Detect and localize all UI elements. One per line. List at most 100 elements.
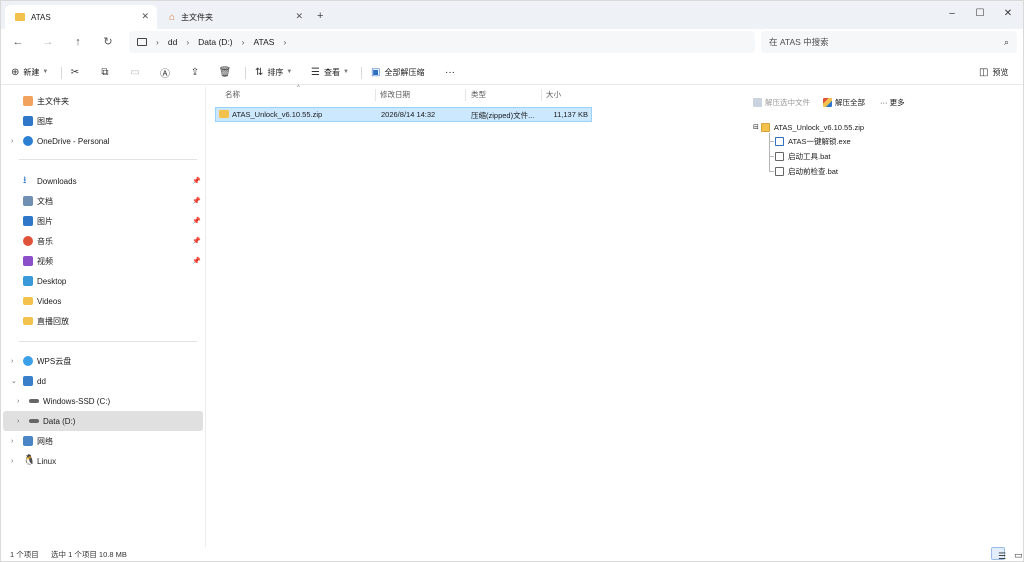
address-bar[interactable]: › dd › Data (D:) › ATAS › <box>129 31 755 53</box>
extract-all-button[interactable]: ▣ 全部解压缩 <box>371 64 424 80</box>
preview-pane-button[interactable]: ◫ 预览 <box>979 64 1008 80</box>
pin-icon[interactable]: 📌 <box>192 237 201 245</box>
drive-icon <box>29 399 39 403</box>
sidebar-item-dd[interactable]: ⌄ dd <box>3 371 203 391</box>
tree-root[interactable]: ⊟ ATAS_Unlock_v6.10.55.zip <box>753 121 864 133</box>
scissors-icon: ✂ <box>70 66 80 78</box>
chevron-right-icon[interactable]: › <box>11 458 13 465</box>
more-button[interactable]: ··· <box>445 64 455 80</box>
pin-icon[interactable]: 📌 <box>192 197 201 205</box>
tab-atas[interactable]: ATAS ✕ <box>5 5 157 29</box>
extract-all-preview-button[interactable]: 解压全部 <box>823 97 865 108</box>
title-bar: ATAS ✕ ⌂ 主文件夹 ✕ + – ☐ ✕ <box>1 1 1023 29</box>
divider[interactable] <box>541 89 542 101</box>
navigation-pane: 主文件夹 图库 › OneDrive - Personal ⭳ Download… <box>1 87 206 547</box>
file-row[interactable]: ATAS_Unlock_v6.10.55.zip 2026/8/14 14:32… <box>215 107 592 122</box>
preview-pane-icon: ◫ <box>979 66 989 78</box>
cut-button[interactable]: ✂ <box>69 64 85 80</box>
close-window-button[interactable]: ✕ <box>993 5 1023 23</box>
video-icon <box>23 256 33 266</box>
extract-selected-button[interactable]: 解压选中文件 <box>753 97 810 108</box>
sidebar-item-label: Linux <box>37 456 57 466</box>
sidebar-item-videos-cn[interactable]: 视频 📌 <box>3 251 203 271</box>
preview-label: 预览 <box>992 67 1009 77</box>
minimize-button[interactable]: – <box>937 5 967 23</box>
column-header-type[interactable]: 类型 <box>471 89 486 103</box>
column-header-size[interactable]: 大小 <box>546 89 561 103</box>
chevron-right-icon[interactable]: › <box>11 138 13 145</box>
tab-home[interactable]: ⌂ 主文件夹 ✕ <box>159 5 311 29</box>
chevron-down-icon[interactable]: ⌄ <box>11 377 17 385</box>
command-bar: ⊕ 新建 ▼ ✂ ⧉ ▭ Ⓐ ⇪ 🗑 ⇅ 排序 ▼ ☰ 查看 ▼ ▣ 全部解压缩… <box>1 59 1023 85</box>
copy-button[interactable]: ⧉ <box>99 64 115 80</box>
pin-icon[interactable]: 📌 <box>192 217 201 225</box>
close-tab-icon[interactable]: ✕ <box>141 11 149 22</box>
details-view-button[interactable]: ☰ <box>991 547 1006 561</box>
bat-file-icon <box>775 151 784 161</box>
tree-connector <box>769 156 774 157</box>
sidebar-item-home[interactable]: 主文件夹 <box>3 91 203 111</box>
refresh-button[interactable]: ↻ <box>99 34 117 50</box>
sidebar-item-pictures[interactable]: 图片 📌 <box>3 211 203 231</box>
column-header-modified[interactable]: 修改日期 <box>380 89 410 103</box>
exe-file-icon <box>775 136 784 146</box>
view-button[interactable]: ☰ 查看 ▼ <box>311 64 349 80</box>
divider[interactable] <box>375 89 376 101</box>
breadcrumb-item[interactable]: Data (D:) <box>198 37 232 47</box>
sort-button[interactable]: ⇅ 排序 ▼ <box>255 64 292 80</box>
sidebar-item-desktop[interactable]: Desktop <box>3 271 203 291</box>
paste-button[interactable]: ▭ <box>129 64 145 80</box>
tree-item[interactable]: 启动工具.bat <box>775 150 831 162</box>
chevron-right-icon[interactable]: › <box>17 398 19 405</box>
breadcrumb-item[interactable]: dd <box>168 37 177 47</box>
home-icon <box>23 96 33 106</box>
sidebar-item-linux[interactable]: › 🐧 Linux <box>3 451 203 471</box>
sidebar-item-music[interactable]: 音乐 📌 <box>3 231 203 251</box>
zip-folder-icon <box>760 122 770 132</box>
search-input[interactable]: 在 ATAS 中搜索 ⌕ <box>761 31 1017 53</box>
new-button[interactable]: ⊕ 新建 ▼ <box>11 64 48 80</box>
delete-button[interactable]: 🗑 <box>219 64 235 80</box>
tree-item[interactable]: 启动前检查.bat <box>775 165 838 177</box>
chevron-right-icon[interactable]: › <box>17 418 19 425</box>
sidebar-item-documents[interactable]: 文档 📌 <box>3 191 203 211</box>
up-button[interactable]: ↑ <box>69 34 87 50</box>
new-tab-icon[interactable]: + <box>317 10 323 22</box>
chevron-right-icon[interactable]: › <box>11 358 13 365</box>
breadcrumb-item[interactable]: ATAS <box>253 37 274 47</box>
tree-item-label: 启动工具.bat <box>788 151 831 161</box>
search-icon: ⌕ <box>1003 37 1009 47</box>
view-icon: ☰ <box>311 66 320 78</box>
sidebar-item-live-replay[interactable]: 直播回放 <box>3 311 203 331</box>
sidebar-item-wps-cloud[interactable]: › WPS云盘 <box>3 351 203 371</box>
sidebar-item-label: Windows-SSD (C:) <box>43 396 111 406</box>
pin-icon[interactable]: 📌 <box>192 257 201 265</box>
gallery-icon <box>23 116 33 126</box>
sidebar-item-videos[interactable]: Videos <box>3 291 203 311</box>
tree-item[interactable]: ATAS一键解锁.exe <box>775 135 851 147</box>
linux-icon: 🐧 <box>23 455 36 466</box>
chevron-right-icon[interactable]: › <box>11 438 13 445</box>
collapse-icon[interactable]: ⊟ <box>753 123 759 131</box>
plus-circle-icon: ⊕ <box>11 66 20 78</box>
sidebar-item-onedrive[interactable]: › OneDrive - Personal <box>3 131 203 151</box>
share-button[interactable]: ⇪ <box>189 64 205 80</box>
chevron-right-icon[interactable]: › <box>283 37 286 47</box>
back-button[interactable]: ← <box>9 34 27 50</box>
forward-button[interactable]: → <box>39 34 57 50</box>
divider[interactable] <box>465 89 466 101</box>
rename-button[interactable]: Ⓐ <box>159 64 175 80</box>
divider <box>245 67 246 79</box>
sidebar-item-downloads[interactable]: ⭳ Downloads 📌 <box>3 171 203 191</box>
sidebar-item-drive-d[interactable]: › Data (D:) <box>3 411 203 431</box>
column-header-name[interactable]: 名称 <box>225 89 240 103</box>
close-tab-icon[interactable]: ✕ <box>295 11 303 22</box>
sidebar-item-drive-c[interactable]: › Windows-SSD (C:) <box>3 391 203 411</box>
maximize-button[interactable]: ☐ <box>965 5 995 23</box>
pin-icon[interactable]: 📌 <box>192 177 201 185</box>
sidebar-item-network[interactable]: › 网络 <box>3 431 203 451</box>
tiles-view-button[interactable]: ▭ <box>1007 547 1023 560</box>
more-options-button[interactable]: ··· 更多 <box>880 97 905 108</box>
sidebar-item-gallery[interactable]: 图库 <box>3 111 203 131</box>
sidebar-item-label: 文档 <box>37 196 53 206</box>
